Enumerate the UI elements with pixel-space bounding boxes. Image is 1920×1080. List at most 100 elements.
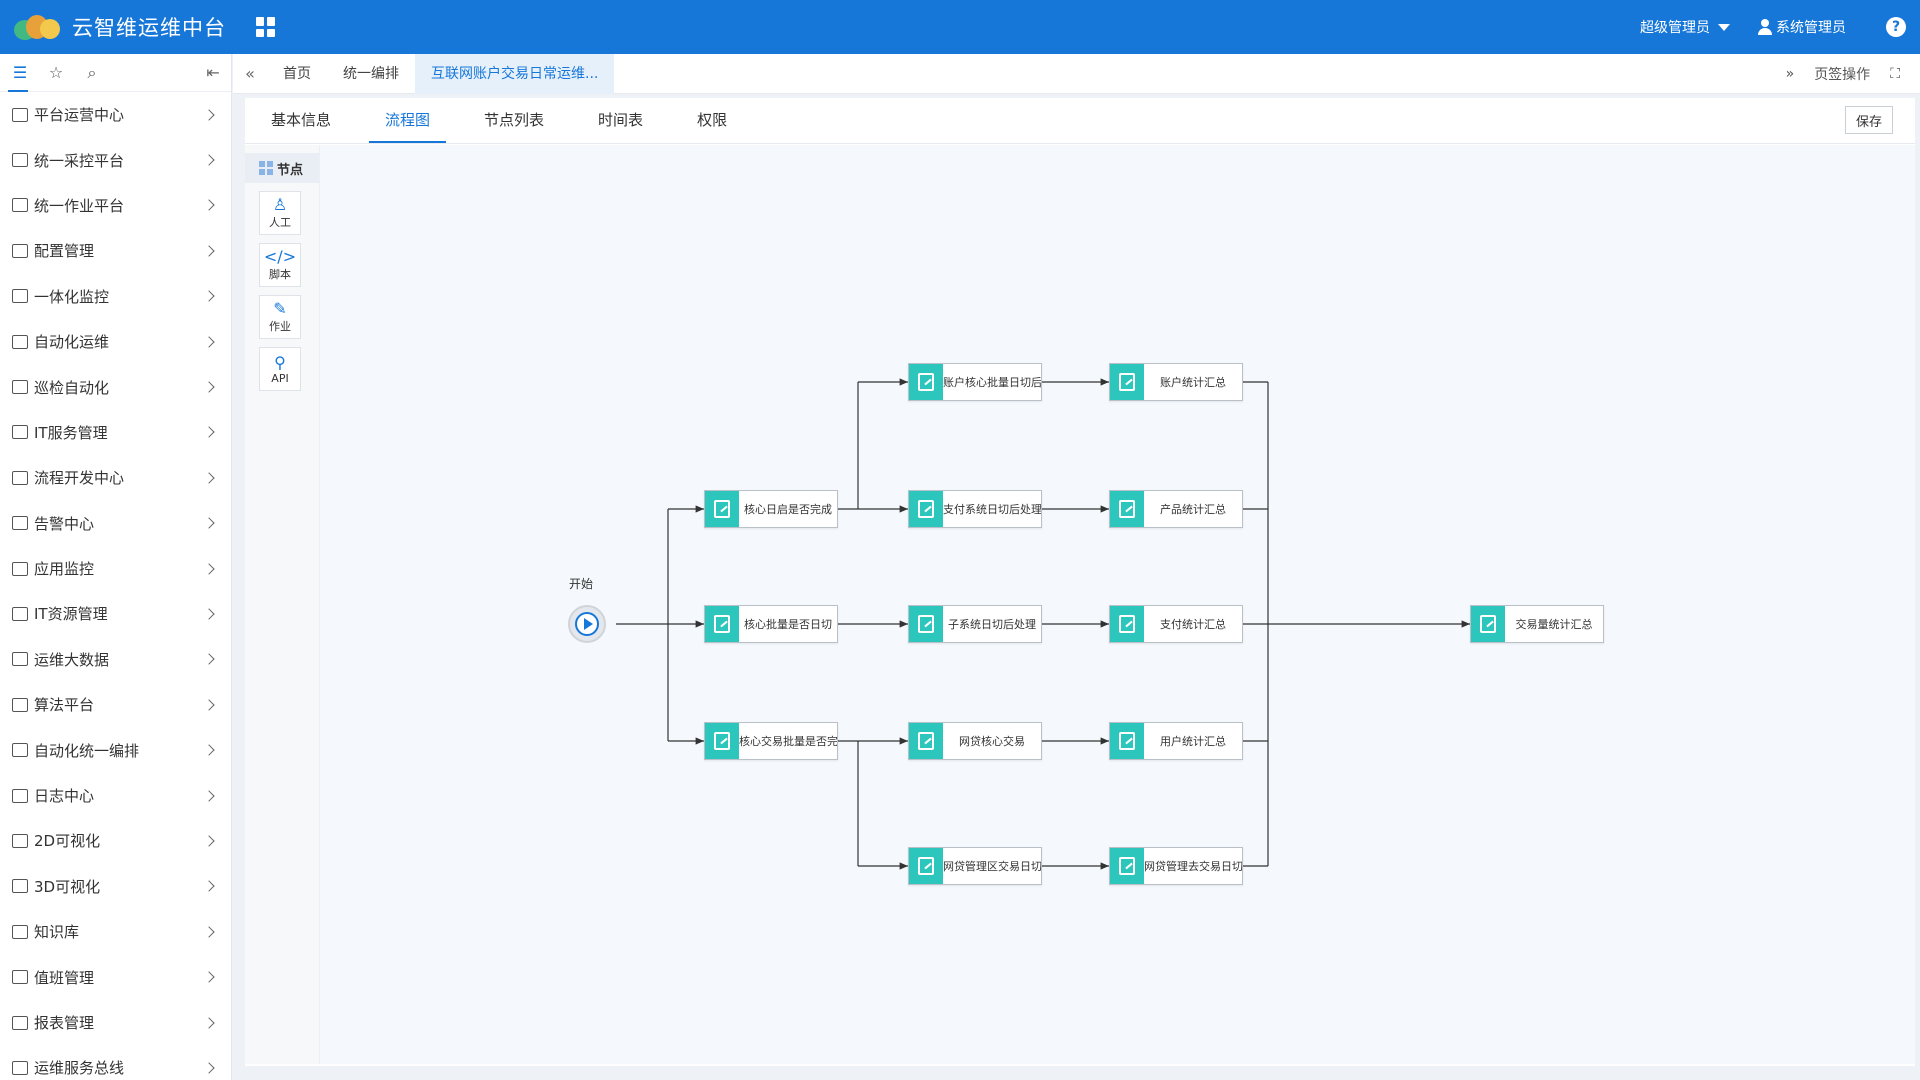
job-icon <box>1110 491 1144 527</box>
chevron-right-icon <box>203 835 215 847</box>
page-tab-bar: « 首页 统一编排 互联网账户交易日常运维... » 页签操作 ⛶ <box>233 53 1920 94</box>
chevron-right-icon <box>203 517 215 529</box>
top-header: 云智维运维中台 超级管理员 系统管理员 ? <box>0 0 1920 54</box>
job-icon: ✎ <box>273 299 287 318</box>
sidebar-item[interactable]: 配置管理 <box>0 228 231 273</box>
flow-node[interactable]: 账户核心批量日切后 <box>908 363 1042 401</box>
job-icon <box>1110 723 1144 759</box>
node-grid-icon <box>259 161 273 175</box>
menu-item-icon <box>12 107 28 122</box>
flow-node[interactable]: 交易量统计汇总 <box>1470 605 1604 643</box>
sidebar-item[interactable]: IT资源管理 <box>0 591 231 636</box>
help-icon[interactable]: ? <box>1886 17 1906 37</box>
palette-header: 节点 <box>245 153 319 183</box>
palette-item-api[interactable]: ⚲ API <box>259 347 301 391</box>
sidebar-item[interactable]: 一体化监控 <box>0 274 231 319</box>
sidebar-item[interactable]: 运维服务总线 <box>0 1045 231 1080</box>
chevron-right-icon <box>203 653 215 666</box>
sidebar-item[interactable]: IT服务管理 <box>0 410 231 455</box>
username[interactable]: 系统管理员 <box>1776 17 1846 37</box>
job-icon <box>705 491 739 527</box>
flow-node[interactable]: 核心批量是否日切 <box>704 605 838 643</box>
sidebar-item-label: 日志中心 <box>34 787 95 806</box>
subtab-flowchart[interactable]: 流程图 <box>369 97 447 143</box>
chevron-right-icon <box>203 109 215 121</box>
sidebar-item[interactable]: 自动化统一编排 <box>0 727 231 772</box>
start-label: 开始 <box>569 577 594 591</box>
subtab-basic-info[interactable]: 基本信息 <box>255 97 347 143</box>
fullscreen-icon[interactable]: ⛶ <box>1890 66 1900 82</box>
flow-node[interactable]: 账户统计汇总 <box>1109 363 1243 401</box>
sidebar-item-label: 统一作业平台 <box>34 196 125 215</box>
chevron-right-icon <box>203 335 215 348</box>
flow-node[interactable]: 网贷管理区交易日切 <box>908 847 1042 885</box>
collapse-sidebar-icon[interactable]: ⇤ <box>203 63 223 83</box>
tab-orchestration[interactable]: 统一编排 <box>327 54 415 94</box>
page-ops-dropdown[interactable]: 页签操作 <box>1814 64 1870 84</box>
menu-list-icon[interactable]: ☰ <box>10 63 30 83</box>
menu-item-icon <box>12 1015 28 1030</box>
sidebar-item[interactable]: 统一采控平台 <box>0 137 231 182</box>
subtab-schedule[interactable]: 时间表 <box>582 97 659 143</box>
menu-item-icon <box>12 833 28 848</box>
node-palette: 节点 ♙ 人工 </> 脚本 ✎ 作业 ⚲ API <box>245 145 320 1064</box>
sidebar-item[interactable]: 报表管理 <box>0 1000 231 1045</box>
tabs-scroll-right-icon[interactable]: » <box>1786 66 1795 82</box>
sidebar-item[interactable]: 知识库 <box>0 909 231 954</box>
sidebar-item-label: 自动化运维 <box>34 333 110 352</box>
flow-node[interactable]: 网贷核心交易 <box>908 722 1042 760</box>
sidebar-item[interactable]: 运维大数据 <box>0 637 231 682</box>
logo <box>14 13 62 41</box>
sidebar-item[interactable]: 算法平台 <box>0 682 231 727</box>
menu-item-icon <box>12 606 28 621</box>
job-icon <box>1110 848 1144 884</box>
sidebar-item[interactable]: 3D可视化 <box>0 864 231 909</box>
flow-canvas[interactable]: 开始 核心日启是否完成 核心批量是否日切 核心交易批量是否完 账户核心批量日切后… <box>320 145 1915 1064</box>
sidebar-item-label: 3D可视化 <box>34 877 101 896</box>
sidebar-item[interactable]: 2D可视化 <box>0 818 231 863</box>
chevron-down-icon[interactable] <box>1718 23 1730 31</box>
flow-node[interactable]: 网贷管理去交易日切 <box>1109 847 1243 885</box>
job-icon <box>909 364 943 400</box>
sidebar-item[interactable]: 自动化运维 <box>0 319 231 364</box>
palette-item-script[interactable]: </> 脚本 <box>259 243 301 287</box>
chevron-right-icon <box>203 926 215 938</box>
flow-node[interactable]: 支付统计汇总 <box>1109 605 1243 643</box>
role-selector[interactable]: 超级管理员 <box>1640 17 1710 37</box>
menu-item-icon <box>12 289 28 304</box>
play-icon <box>575 612 599 636</box>
tab-home[interactable]: 首页 <box>267 54 327 94</box>
sidebar-item[interactable]: 应用监控 <box>0 546 231 591</box>
flow-node[interactable]: 核心交易批量是否完 <box>704 722 838 760</box>
job-icon <box>705 606 739 642</box>
flow-node[interactable]: 核心日启是否完成 <box>704 490 838 528</box>
palette-item-job[interactable]: ✎ 作业 <box>259 295 301 339</box>
search-icon[interactable]: ⌕ <box>82 63 102 83</box>
star-icon[interactable]: ☆ <box>46 63 66 83</box>
save-button[interactable]: 保存 <box>1845 106 1893 134</box>
flow-node[interactable]: 用户统计汇总 <box>1109 722 1243 760</box>
tab-current-flow[interactable]: 互联网账户交易日常运维... <box>415 53 615 94</box>
job-icon <box>1110 364 1144 400</box>
subtab-permissions[interactable]: 权限 <box>681 97 743 143</box>
start-node[interactable] <box>568 605 606 643</box>
tabs-scroll-left-icon[interactable]: « <box>233 64 267 83</box>
sidebar-item[interactable]: 平台运营中心 <box>0 92 231 137</box>
app-title: 云智维运维中台 <box>72 16 226 40</box>
flow-node[interactable]: 子系统日切后处理 <box>908 605 1042 643</box>
palette-item-manual[interactable]: ♙ 人工 <box>259 191 301 235</box>
flow-node[interactable]: 产品统计汇总 <box>1109 490 1243 528</box>
menu-item-icon <box>12 561 28 576</box>
sidebar-item[interactable]: 流程开发中心 <box>0 455 231 500</box>
chevron-right-icon <box>203 290 215 302</box>
flow-node[interactable]: 支付系统日切后处理 <box>908 490 1042 528</box>
sidebar-item[interactable]: 统一作业平台 <box>0 183 231 228</box>
sidebar-item-label: IT服务管理 <box>34 423 108 442</box>
sidebar-item[interactable]: 巡检自动化 <box>0 364 231 409</box>
sidebar-item[interactable]: 告警中心 <box>0 501 231 546</box>
subtab-node-list[interactable]: 节点列表 <box>468 97 560 143</box>
sidebar-item[interactable]: 日志中心 <box>0 773 231 818</box>
sidebar-item[interactable]: 值班管理 <box>0 954 231 999</box>
app-grid-icon[interactable] <box>256 17 276 37</box>
sidebar-item-label: 配置管理 <box>34 242 95 261</box>
